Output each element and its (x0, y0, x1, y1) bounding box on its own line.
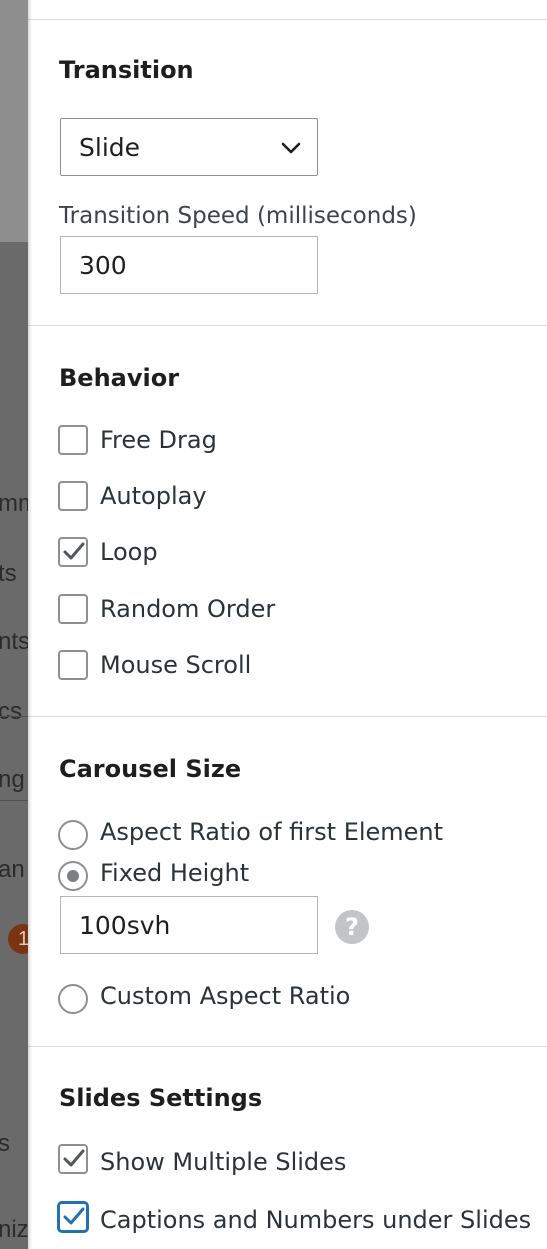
background-menu-text: nize (0, 1216, 28, 1243)
background-menu-text: nts (0, 628, 28, 655)
loop-checkbox[interactable] (58, 537, 88, 567)
captions-under-slides-checkbox[interactable] (58, 1202, 88, 1232)
fixed-height-label: Fixed Height (100, 859, 250, 887)
settings-panel: Transition Slide Transition Speed (milli… (28, 0, 547, 1249)
random-order-label: Random Order (100, 595, 276, 623)
show-multiple-slides-checkbox[interactable] (58, 1144, 88, 1174)
chevron-down-icon (279, 136, 303, 160)
autoplay-label: Autoplay (100, 482, 207, 510)
transition-speed-value: 300 (79, 251, 127, 280)
section-divider (28, 716, 547, 717)
background-menu-text: ts (0, 560, 17, 587)
help-icon[interactable]: ? (335, 910, 369, 944)
background-menu-text: an (0, 856, 25, 883)
section-divider (28, 19, 547, 20)
background-separator (0, 716, 28, 717)
section-title-carousel-size: Carousel Size (59, 755, 242, 783)
checkmark-icon (63, 1207, 85, 1225)
background-menu-text: cs (0, 698, 22, 725)
random-order-checkbox[interactable] (58, 594, 88, 624)
background-menu-text: ng (0, 766, 25, 793)
section-title-slides-settings: Slides Settings (59, 1084, 263, 1112)
aspect-ratio-first-label: Aspect Ratio of first Element (100, 818, 444, 846)
mouse-scroll-label: Mouse Scroll (100, 651, 252, 679)
radio-selected-dot (67, 870, 79, 882)
section-title-transition: Transition (59, 56, 194, 84)
transition-select[interactable]: Slide (60, 118, 318, 176)
autoplay-checkbox[interactable] (58, 481, 88, 511)
captions-under-slides-label: Captions and Numbers under Slides (100, 1206, 532, 1234)
background-menu-text: s (0, 1130, 10, 1157)
show-multiple-slides-label: Show Multiple Slides (100, 1148, 347, 1176)
transition-speed-label: Transition Speed (milliseconds) (59, 203, 417, 229)
fixed-height-radio[interactable] (58, 861, 88, 891)
custom-aspect-ratio-label: Custom Aspect Ratio (100, 982, 351, 1010)
transition-speed-input[interactable]: 300 (60, 236, 318, 294)
background-separator (0, 800, 28, 801)
mouse-scroll-checkbox[interactable] (58, 650, 88, 680)
background-admin: mm ts nts cs ng an 1 s nize (0, 0, 28, 1249)
fixed-height-input[interactable]: 100svh (60, 896, 318, 954)
background-top-area (0, 0, 28, 242)
background-menu-text: mm (0, 490, 28, 517)
checkmark-icon (63, 1149, 85, 1167)
checkmark-icon (63, 542, 85, 560)
free-drag-label: Free Drag (100, 426, 217, 454)
fixed-height-value: 100svh (79, 911, 171, 940)
free-drag-checkbox[interactable] (58, 425, 88, 455)
section-title-behavior: Behavior (59, 364, 180, 392)
aspect-ratio-first-radio[interactable] (58, 820, 88, 850)
transition-select-value: Slide (79, 133, 141, 162)
section-divider (28, 1046, 547, 1047)
section-divider (28, 325, 547, 326)
custom-aspect-ratio-radio[interactable] (58, 984, 88, 1014)
panel-shadow (28, 0, 32, 1249)
loop-label: Loop (100, 538, 158, 566)
background-badge: 1 (8, 924, 28, 954)
